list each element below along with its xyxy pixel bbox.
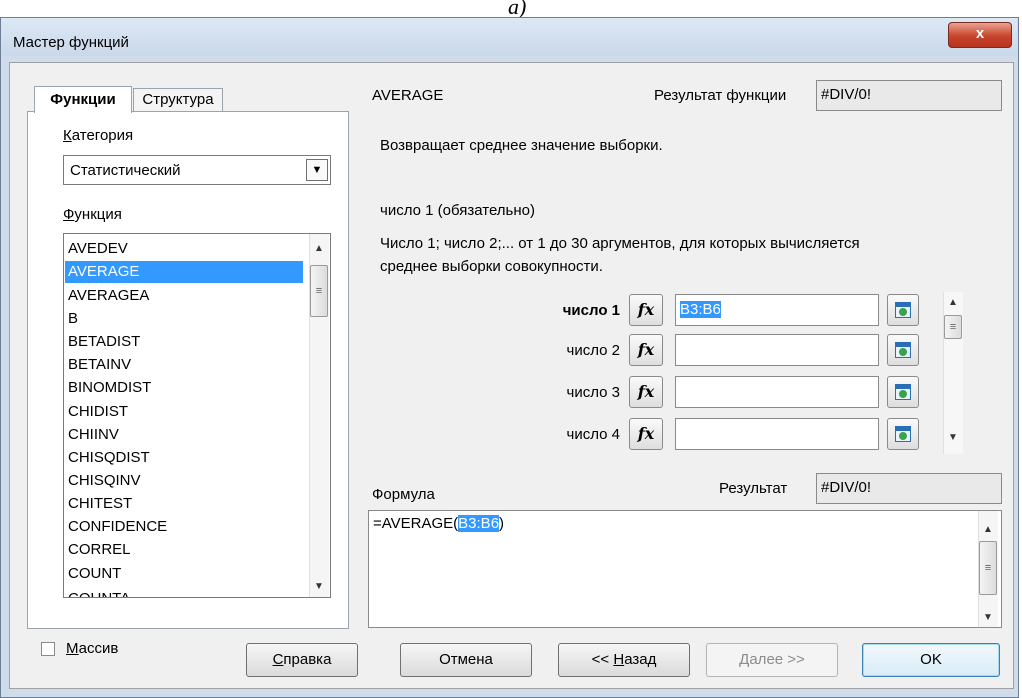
function-label: Функция xyxy=(63,206,122,223)
argument-description-line2: среднее выборки совокупности. xyxy=(380,258,603,275)
list-item[interactable]: BETAINV xyxy=(68,354,131,376)
argument-title: число 1 (обязательно) xyxy=(380,202,535,219)
arg-label-2: число 2 xyxy=(566,342,620,359)
arg-input-2[interactable] xyxy=(675,334,879,366)
shrink-dialog-icon xyxy=(895,342,911,358)
list-item-clipped[interactable]: COUNTA xyxy=(68,588,298,597)
category-label: Категория xyxy=(63,127,134,144)
arg-label-1: число 1 xyxy=(562,302,620,319)
list-item[interactable]: CORREL xyxy=(68,539,131,561)
next-button[interactable]: Далее >> xyxy=(706,643,838,677)
scroll-up-icon[interactable]: ▲ xyxy=(944,297,962,308)
fx-icon: fx xyxy=(637,340,655,359)
scroll-up-icon[interactable]: ▲ xyxy=(979,524,997,535)
tab-functions[interactable]: Функции xyxy=(34,86,132,113)
help-button[interactable]: Справка xyxy=(246,643,358,677)
fx-button-2[interactable]: fx xyxy=(629,334,663,366)
arg-input-1[interactable]: B3:B6 xyxy=(675,294,879,326)
argument-description-line1: Число 1; число 2;... от 1 до 30 аргумент… xyxy=(380,235,860,252)
shrink-dialog-icon xyxy=(895,426,911,442)
shrink-button-4[interactable] xyxy=(887,418,919,450)
result-label: Результат xyxy=(719,480,788,497)
list-item[interactable]: AVERAGEA xyxy=(68,285,149,307)
window-title: Мастер функций xyxy=(13,34,129,51)
function-name: AVERAGE xyxy=(372,87,444,104)
scroll-down-icon[interactable]: ▼ xyxy=(944,432,962,443)
fx-icon: fx xyxy=(637,300,655,319)
function-result-label: Результат функции xyxy=(654,87,787,104)
formula-label: Формула xyxy=(372,486,435,503)
list-item[interactable]: CHITEST xyxy=(68,493,132,515)
tab-structure[interactable]: Структура xyxy=(133,88,223,111)
fx-button-3[interactable]: fx xyxy=(629,376,663,408)
shrink-button-2[interactable] xyxy=(887,334,919,366)
shrink-button-1[interactable] xyxy=(887,294,919,326)
result-field: #DIV/0! xyxy=(816,473,1002,504)
array-checkbox-label: Массив xyxy=(66,640,119,657)
ok-button[interactable]: OK xyxy=(862,643,1000,677)
scrollbar-thumb[interactable]: ≡ xyxy=(979,541,997,595)
list-item[interactable]: CHISQDIST xyxy=(68,447,150,469)
shrink-dialog-icon xyxy=(895,384,911,400)
array-checkbox[interactable] xyxy=(41,642,55,656)
fx-button-1[interactable]: fx xyxy=(629,294,663,326)
function-result-field: #DIV/0! xyxy=(816,80,1002,111)
list-item[interactable]: CHIDIST xyxy=(68,401,128,423)
list-item[interactable]: COUNT xyxy=(68,563,121,585)
shrink-dialog-icon xyxy=(895,302,911,318)
fx-button-4[interactable]: fx xyxy=(629,418,663,450)
chevron-down-icon[interactable]: ▼ xyxy=(306,159,328,181)
list-item[interactable]: BINOMDIST xyxy=(68,377,151,399)
formula-text[interactable]: =AVERAGE(B3:B6) xyxy=(373,515,504,532)
scroll-down-icon[interactable]: ▼ xyxy=(310,581,328,592)
list-item-selected[interactable]: AVERAGE xyxy=(65,261,303,283)
scroll-up-icon[interactable]: ▲ xyxy=(310,243,328,254)
close-button[interactable]: x xyxy=(948,22,1012,48)
list-item[interactable]: CONFIDENCE xyxy=(68,516,167,538)
list-item[interactable]: AVEDEV xyxy=(68,238,128,260)
list-item[interactable]: CHIINV xyxy=(68,424,119,446)
title-bar xyxy=(1,18,1017,56)
fx-icon: fx xyxy=(637,382,655,401)
scrollbar-thumb[interactable]: ≡ xyxy=(944,315,962,339)
arg-input-3[interactable] xyxy=(675,376,879,408)
list-item[interactable]: BETADIST xyxy=(68,331,140,353)
arg-label-3: число 3 xyxy=(566,384,620,401)
cancel-button[interactable]: Отмена xyxy=(400,643,532,677)
shrink-button-3[interactable] xyxy=(887,376,919,408)
scrollbar-thumb[interactable]: ≡ xyxy=(310,265,328,317)
list-item[interactable]: B xyxy=(68,308,78,330)
arg-label-4: число 4 xyxy=(566,426,620,443)
list-item[interactable]: CHISQINV xyxy=(68,470,141,492)
close-icon: x xyxy=(975,25,985,42)
scroll-down-icon[interactable]: ▼ xyxy=(979,612,997,623)
arg-input-4[interactable] xyxy=(675,418,879,450)
fx-icon: fx xyxy=(637,424,655,443)
function-description: Возвращает среднее значение выборки. xyxy=(380,137,663,154)
back-button[interactable]: << Назад xyxy=(558,643,690,677)
category-value: Статистический xyxy=(70,162,181,179)
